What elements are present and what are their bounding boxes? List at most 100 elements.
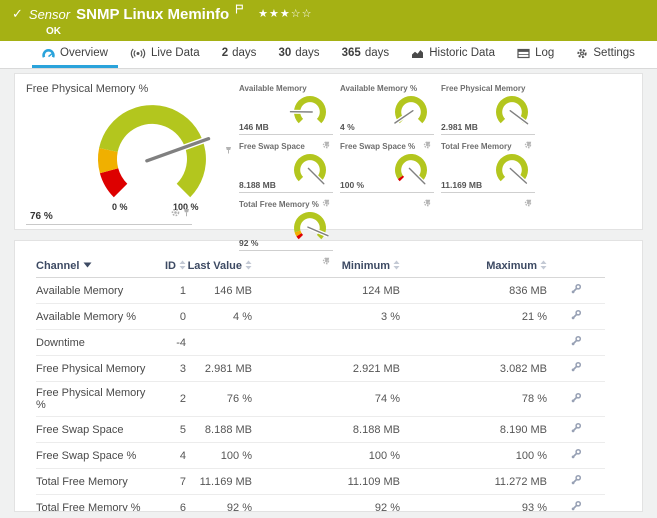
table-row: Free Swap Space 5 8.188 MB 8.188 MB 8.190 MB	[36, 416, 605, 443]
table-row: Free Physical Memory 3 2.981 MB 2.921 MB 3.0…	[36, 355, 605, 382]
tab-live-data[interactable]: Live Data	[120, 41, 210, 68]
gauge-tile-free-swap-space-: Free Swap Space % 100 %	[340, 141, 434, 207]
cell-id: 3	[156, 355, 186, 382]
priority-flag-icon[interactable]	[235, 1, 244, 19]
gauge-tile-free-physical-memory: Free Physical Memory 2.981 MB	[441, 83, 535, 149]
cell-min	[252, 329, 400, 356]
cell-max: 21 %	[400, 303, 547, 330]
sort-icon	[179, 260, 186, 270]
cell-max: 100 %	[400, 442, 547, 469]
object-type-label: Sensor	[28, 6, 71, 22]
gauge-tile-total-free-memory-: Total Free Memory % 92 %	[239, 199, 333, 265]
cell-channel: Total Free Memory %	[36, 494, 156, 511]
cell-max	[400, 329, 547, 356]
tab-label: Overview	[60, 47, 108, 59]
sort-icon	[540, 260, 547, 270]
cell-channel: Free Physical Memory %	[36, 381, 156, 417]
settings-tab-icon	[576, 48, 588, 59]
channel-settings-wrench-icon[interactable]	[547, 355, 605, 382]
sensor-title: SNMP Linux Meminfo	[76, 5, 230, 23]
table-row: Free Physical Memory % 2 76 % 74 % 78 %	[36, 381, 605, 417]
sensor-header: ✓ Sensor SNMP Linux Meminfo ★★★☆☆ OK	[0, 0, 657, 41]
cell-max: 836 MB	[400, 277, 547, 304]
mini-gauge	[294, 211, 329, 240]
cell-min: 3 %	[252, 303, 400, 330]
tab-label: days	[295, 47, 320, 59]
cell-last: 146 MB	[186, 277, 252, 304]
sort-icon	[393, 260, 400, 270]
cell-id: 1	[156, 277, 186, 304]
channel-table-header-row: Channel ID Last Value Minimum Maximum	[36, 257, 605, 278]
channel-settings-wrench-icon[interactable]	[547, 303, 605, 330]
tab-365-days[interactable]: 365 days	[332, 41, 399, 68]
cell-channel: Downtime	[36, 329, 156, 356]
channel-settings-wrench-icon[interactable]	[547, 416, 605, 443]
tab-settings[interactable]: Settings	[566, 41, 645, 68]
cell-last: 11.169 MB	[186, 468, 252, 495]
cell-id: 5	[156, 416, 186, 443]
col-header-id[interactable]: ID	[156, 257, 186, 278]
cell-max: 11.272 MB	[400, 468, 547, 495]
cell-id: 2	[156, 381, 186, 417]
cell-channel: Available Memory	[36, 277, 156, 304]
gauges-panel: Free Physical Memory % 0 % 100 % 76 % Av…	[14, 73, 643, 265]
cell-max: 8.190 MB	[400, 416, 547, 443]
table-row: Downtime -4	[36, 329, 605, 356]
cell-channel: Free Swap Space %	[36, 442, 156, 469]
priority-stars[interactable]: ★★★☆☆	[258, 7, 312, 20]
tab-label: days	[364, 47, 390, 59]
gauge-tile-available-memory: Available Memory 146 MB	[239, 83, 333, 149]
tile-value: 11.169 MB	[441, 180, 483, 190]
mini-gauge	[294, 153, 326, 186]
tab-label: Historic Data	[429, 47, 496, 59]
cell-last: 100 %	[186, 442, 252, 469]
tile-value: 100 %	[340, 180, 365, 190]
cell-id: 0	[156, 303, 186, 330]
tab-label-strong: 30	[278, 47, 292, 59]
cell-last: 8.188 MB	[186, 416, 252, 443]
tab-30-days[interactable]: 30 days	[268, 41, 329, 68]
channel-settings-wrench-icon[interactable]	[547, 494, 605, 511]
tile-value: 146 MB	[239, 122, 269, 132]
gauge-settings-gear-icon[interactable]	[171, 204, 180, 222]
cell-channel: Free Swap Space	[36, 416, 156, 443]
cell-last: 92 %	[186, 494, 252, 511]
cell-min: 11.109 MB	[252, 468, 400, 495]
cell-id: 7	[156, 468, 186, 495]
col-header-channel[interactable]: Channel	[36, 257, 156, 278]
mini-gauge	[289, 95, 326, 124]
col-header-tools	[547, 257, 605, 278]
channel-settings-wrench-icon[interactable]	[547, 468, 605, 495]
tab-historic-data[interactable]: Historic Data	[401, 41, 505, 68]
tab-overview[interactable]: Overview	[32, 41, 118, 68]
mini-gauge	[496, 95, 529, 126]
cell-id: -4	[156, 329, 186, 356]
col-header-last-value[interactable]: Last Value	[186, 257, 252, 278]
channel-settings-wrench-icon[interactable]	[547, 381, 605, 417]
cell-min: 92 %	[252, 494, 400, 511]
table-row: Total Free Memory % 6 92 % 92 % 93 %	[36, 494, 605, 511]
tab-2-days[interactable]: 2 days	[212, 41, 267, 68]
cell-min: 74 %	[252, 381, 400, 417]
channel-settings-wrench-icon[interactable]	[547, 329, 605, 356]
tab-label: Settings	[593, 47, 635, 59]
tab-label: Live Data	[151, 47, 200, 59]
mini-gauge	[393, 95, 427, 125]
col-header-maximum[interactable]: Maximum	[400, 257, 547, 278]
tab-label: Log	[535, 47, 555, 59]
table-row: Free Swap Space % 4 100 % 100 % 100 %	[36, 442, 605, 469]
tab-log[interactable]: Log	[507, 41, 564, 68]
cell-last: 2.981 MB	[186, 355, 252, 382]
main-gauge-value: 76 %	[30, 211, 53, 222]
main-gauge-title: Free Physical Memory %	[26, 83, 149, 95]
channel-settings-wrench-icon[interactable]	[547, 277, 605, 304]
mini-gauge	[496, 153, 528, 185]
channel-settings-wrench-icon[interactable]	[547, 442, 605, 469]
main-gauge-tile: Free Physical Memory % 0 % 100 % 76 %	[26, 83, 231, 229]
cell-channel: Available Memory %	[36, 303, 156, 330]
gauge-tile-available-memory-: Available Memory % 4 %	[340, 83, 434, 149]
tab-label-strong: 365	[341, 47, 361, 59]
overview-content: Free Physical Memory % 0 % 100 % 76 % Av…	[0, 69, 657, 512]
gauge-pin-icon[interactable]	[183, 204, 190, 222]
cell-min: 124 MB	[252, 277, 400, 304]
